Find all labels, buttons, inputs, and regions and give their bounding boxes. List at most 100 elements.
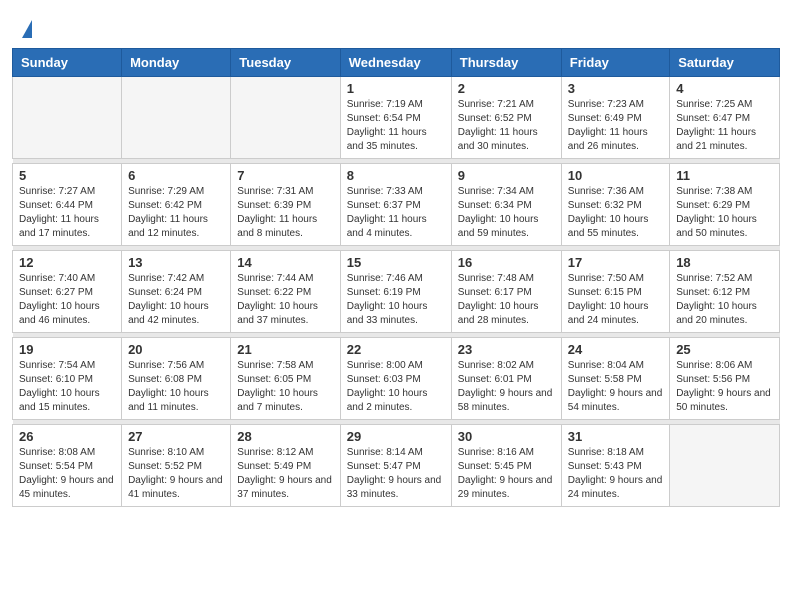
day-number: 5: [19, 168, 115, 183]
day-number: 27: [128, 429, 224, 444]
day-number: 8: [347, 168, 445, 183]
weekday-header-saturday: Saturday: [670, 49, 780, 77]
day-number: 3: [568, 81, 663, 96]
weekday-header-tuesday: Tuesday: [231, 49, 340, 77]
calendar-cell: 30 Sunrise: 8:16 AMSunset: 5:45 PMDayligh…: [451, 425, 561, 507]
day-number: 15: [347, 255, 445, 270]
calendar-cell: 28 Sunrise: 8:12 AMSunset: 5:49 PMDayligh…: [231, 425, 340, 507]
day-info: Sunrise: 7:25 AMSunset: 6:47 PMDaylight:…: [676, 98, 773, 154]
weekday-header-friday: Friday: [561, 49, 669, 77]
day-info: Sunrise: 8:14 AMSunset: 5:47 PMDaylight:…: [347, 446, 445, 502]
calendar-cell: 21Sunrise: 7:58 AMSunset: 6:05 PMDayligh…: [231, 338, 340, 420]
day-info: Sunrise: 7:48 AMSunset: 6:17 PMDaylight:…: [458, 272, 555, 328]
day-info: Sunrise: 8:00 AMSunset: 6:03 PMDaylight:…: [347, 359, 445, 415]
calendar-cell: [122, 77, 231, 159]
day-number: 11: [676, 168, 773, 183]
day-info: Sunrise: 8:04 AMSunset: 5:58 PMDaylight:…: [568, 359, 663, 415]
day-info: Sunrise: 7:54 AMSunset: 6:10 PMDaylight:…: [19, 359, 115, 415]
calendar-cell: 16 Sunrise: 7:48 AMSunset: 6:17 PMDayligh…: [451, 251, 561, 333]
day-number: 4: [676, 81, 773, 96]
logo-triangle-icon: [22, 20, 32, 38]
day-info: Sunrise: 7:33 AMSunset: 6:37 PMDaylight:…: [347, 185, 445, 241]
day-info: Sunrise: 7:36 AMSunset: 6:32 PMDaylight:…: [568, 185, 663, 241]
calendar-cell: 11 Sunrise: 7:38 AMSunset: 6:29 PMDayligh…: [670, 164, 780, 246]
calendar-cell: 17 Sunrise: 7:50 AMSunset: 6:15 PMDayligh…: [561, 251, 669, 333]
calendar-week-row: 26Sunrise: 8:08 AMSunset: 5:54 PMDayligh…: [13, 425, 780, 507]
header: [0, 0, 792, 48]
day-number: 25: [676, 342, 773, 357]
calendar-cell: 24 Sunrise: 8:04 AMSunset: 5:58 PMDayligh…: [561, 338, 669, 420]
day-number: 17: [568, 255, 663, 270]
day-info: Sunrise: 7:56 AMSunset: 6:08 PMDaylight:…: [128, 359, 224, 415]
calendar-cell: 27 Sunrise: 8:10 AMSunset: 5:52 PMDayligh…: [122, 425, 231, 507]
day-info: Sunrise: 7:52 AMSunset: 6:12 PMDaylight:…: [676, 272, 773, 328]
calendar-cell: 26Sunrise: 8:08 AMSunset: 5:54 PMDayligh…: [13, 425, 122, 507]
calendar-wrapper: SundayMondayTuesdayWednesdayThursdayFrid…: [0, 48, 792, 519]
day-info: Sunrise: 7:46 AMSunset: 6:19 PMDaylight:…: [347, 272, 445, 328]
day-info: Sunrise: 7:31 AMSunset: 6:39 PMDaylight:…: [237, 185, 333, 241]
calendar-cell: 1 Sunrise: 7:19 AMSunset: 6:54 PMDaylight…: [340, 77, 451, 159]
day-info: Sunrise: 8:12 AMSunset: 5:49 PMDaylight:…: [237, 446, 333, 502]
calendar-cell: 2 Sunrise: 7:21 AMSunset: 6:52 PMDaylight…: [451, 77, 561, 159]
calendar-cell: 5 Sunrise: 7:27 AMSunset: 6:44 PMDaylight…: [13, 164, 122, 246]
day-info: Sunrise: 7:27 AMSunset: 6:44 PMDaylight:…: [19, 185, 115, 241]
day-number: 12: [19, 255, 115, 270]
day-number: 31: [568, 429, 663, 444]
calendar-cell: 31 Sunrise: 8:18 AMSunset: 5:43 PMDayligh…: [561, 425, 669, 507]
day-info: Sunrise: 7:42 AMSunset: 6:24 PMDaylight:…: [128, 272, 224, 328]
calendar-cell: 15 Sunrise: 7:46 AMSunset: 6:19 PMDayligh…: [340, 251, 451, 333]
day-number: 10: [568, 168, 663, 183]
day-info: Sunrise: 8:08 AMSunset: 5:54 PMDaylight:…: [19, 446, 115, 502]
day-number: 24: [568, 342, 663, 357]
day-number: 22: [347, 342, 445, 357]
calendar-cell: [670, 425, 780, 507]
day-number: 1: [347, 81, 445, 96]
weekday-header-wednesday: Wednesday: [340, 49, 451, 77]
calendar-week-row: 5 Sunrise: 7:27 AMSunset: 6:44 PMDaylight…: [13, 164, 780, 246]
day-number: 23: [458, 342, 555, 357]
day-number: 19: [19, 342, 115, 357]
day-number: 18: [676, 255, 773, 270]
day-info: Sunrise: 7:34 AMSunset: 6:34 PMDaylight:…: [458, 185, 555, 241]
calendar-cell: [13, 77, 122, 159]
calendar-week-row: 1 Sunrise: 7:19 AMSunset: 6:54 PMDaylight…: [13, 77, 780, 159]
day-number: 7: [237, 168, 333, 183]
calendar-cell: 22 Sunrise: 8:00 AMSunset: 6:03 PMDayligh…: [340, 338, 451, 420]
day-number: 29: [347, 429, 445, 444]
calendar-cell: 19 Sunrise: 7:54 AMSunset: 6:10 PMDayligh…: [13, 338, 122, 420]
day-number: 16: [458, 255, 555, 270]
day-info: Sunrise: 8:10 AMSunset: 5:52 PMDaylight:…: [128, 446, 224, 502]
calendar-cell: 8 Sunrise: 7:33 AMSunset: 6:37 PMDaylight…: [340, 164, 451, 246]
calendar-cell: 23 Sunrise: 8:02 AMSunset: 6:01 PMDayligh…: [451, 338, 561, 420]
day-info: Sunrise: 7:29 AMSunset: 6:42 PMDaylight:…: [128, 185, 224, 241]
page: SundayMondayTuesdayWednesdayThursdayFrid…: [0, 0, 792, 612]
calendar-week-row: 12 Sunrise: 7:40 AMSunset: 6:27 PMDayligh…: [13, 251, 780, 333]
calendar-cell: [231, 77, 340, 159]
calendar-cell: 7 Sunrise: 7:31 AMSunset: 6:39 PMDaylight…: [231, 164, 340, 246]
day-info: Sunrise: 8:16 AMSunset: 5:45 PMDaylight:…: [458, 446, 555, 502]
day-info: Sunrise: 8:18 AMSunset: 5:43 PMDaylight:…: [568, 446, 663, 502]
day-info: Sunrise: 8:02 AMSunset: 6:01 PMDaylight:…: [458, 359, 555, 415]
day-info: Sunrise: 7:21 AMSunset: 6:52 PMDaylight:…: [458, 98, 555, 154]
calendar-cell: 13Sunrise: 7:42 AMSunset: 6:24 PMDayligh…: [122, 251, 231, 333]
calendar-cell: 4 Sunrise: 7:25 AMSunset: 6:47 PMDaylight…: [670, 77, 780, 159]
weekday-header-row: SundayMondayTuesdayWednesdayThursdayFrid…: [13, 49, 780, 77]
day-number: 14: [237, 255, 333, 270]
day-number: 21: [237, 342, 333, 357]
day-number: 2: [458, 81, 555, 96]
weekday-header-monday: Monday: [122, 49, 231, 77]
day-info: Sunrise: 7:50 AMSunset: 6:15 PMDaylight:…: [568, 272, 663, 328]
day-info: Sunrise: 8:06 AMSunset: 5:56 PMDaylight:…: [676, 359, 773, 415]
calendar-cell: 25 Sunrise: 8:06 AMSunset: 5:56 PMDayligh…: [670, 338, 780, 420]
day-number: 28: [237, 429, 333, 444]
day-number: 30: [458, 429, 555, 444]
calendar-week-row: 19 Sunrise: 7:54 AMSunset: 6:10 PMDayligh…: [13, 338, 780, 420]
calendar-cell: 9Sunrise: 7:34 AMSunset: 6:34 PMDaylight…: [451, 164, 561, 246]
day-info: Sunrise: 7:19 AMSunset: 6:54 PMDaylight:…: [347, 98, 445, 154]
calendar-cell: 20Sunrise: 7:56 AMSunset: 6:08 PMDayligh…: [122, 338, 231, 420]
day-info: Sunrise: 7:40 AMSunset: 6:27 PMDaylight:…: [19, 272, 115, 328]
day-number: 6: [128, 168, 224, 183]
day-info: Sunrise: 7:38 AMSunset: 6:29 PMDaylight:…: [676, 185, 773, 241]
day-info: Sunrise: 7:44 AMSunset: 6:22 PMDaylight:…: [237, 272, 333, 328]
calendar-cell: 14 Sunrise: 7:44 AMSunset: 6:22 PMDayligh…: [231, 251, 340, 333]
